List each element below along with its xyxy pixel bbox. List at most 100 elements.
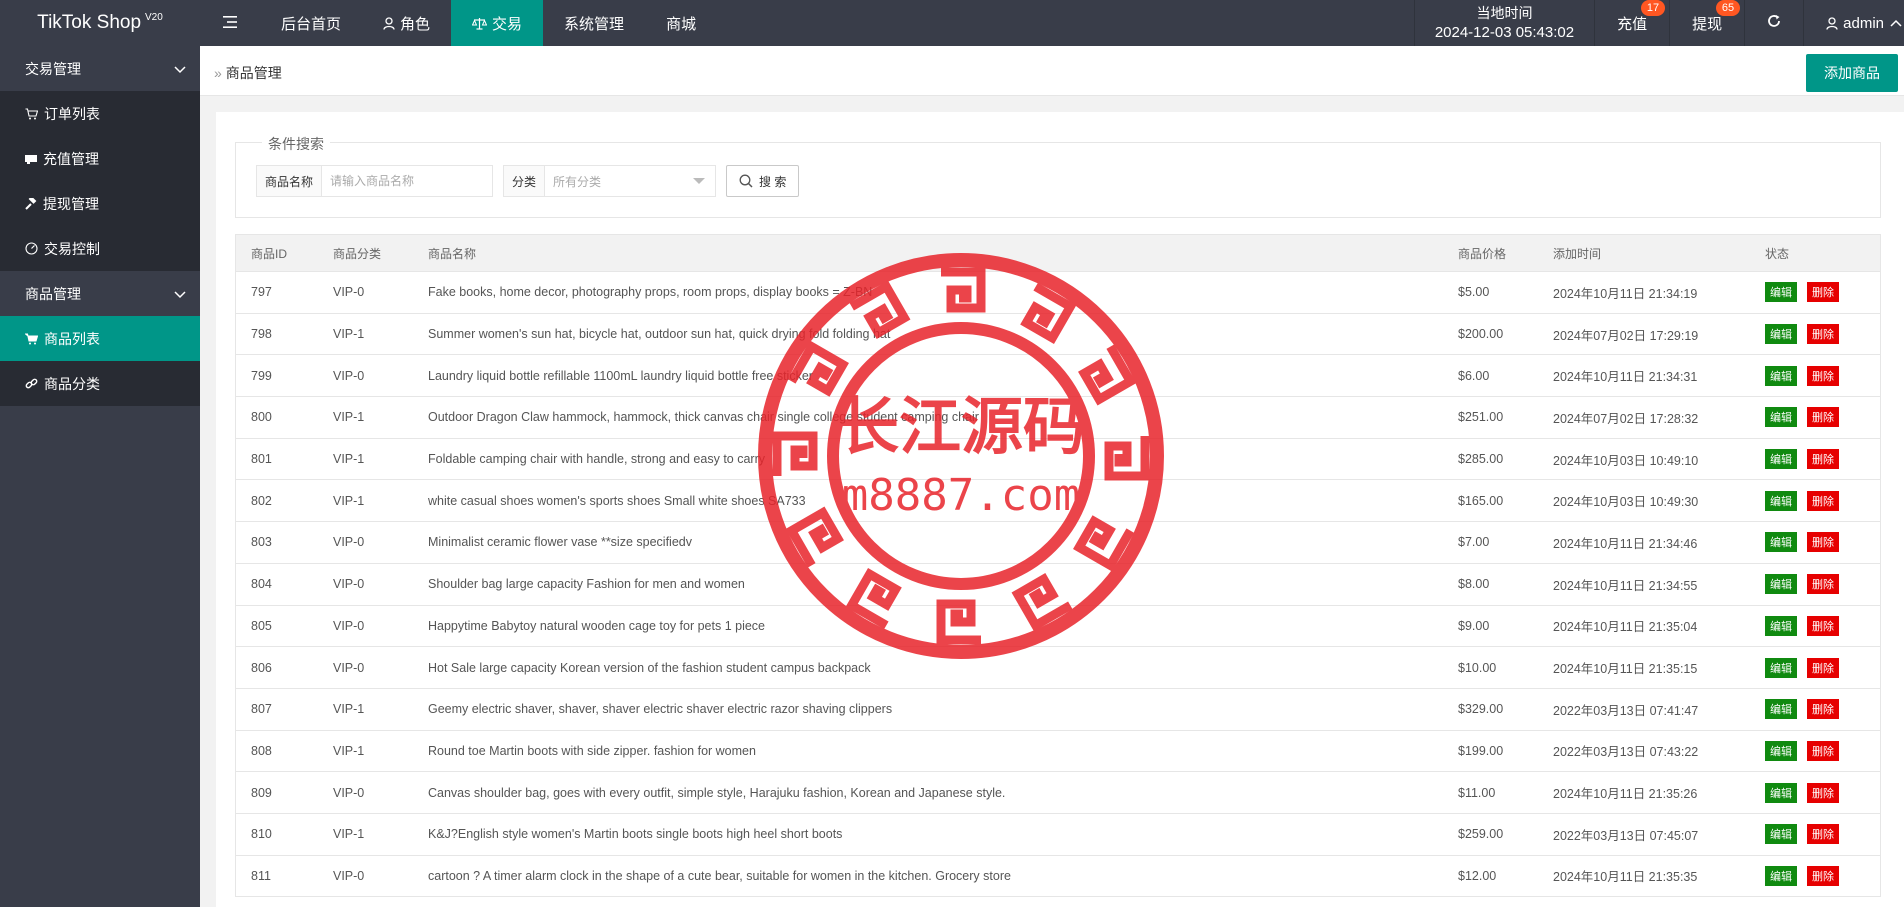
edit-button[interactable]: 编辑 (1765, 782, 1797, 803)
edit-button[interactable]: 编辑 (1765, 657, 1797, 678)
delete-button[interactable]: 删除 (1807, 615, 1839, 636)
category-select[interactable]: 所有分类 (545, 166, 715, 196)
cell-id: 800 (251, 410, 272, 425)
dashboard-icon (25, 242, 38, 255)
table-row: 800 VIP-1 Outdoor Dragon Claw hammock, ham… (236, 397, 1880, 439)
search-button[interactable]: 搜 索 (726, 165, 800, 197)
delete-button[interactable]: 删除 (1807, 282, 1839, 303)
edit-button[interactable]: 编辑 (1765, 740, 1797, 761)
sidebar-group-trade[interactable]: 交易管理 (0, 46, 200, 91)
cell-name: Round toe Martin boots with side zipper.… (428, 743, 756, 758)
delete-button[interactable]: 删除 (1807, 699, 1839, 720)
delete-button[interactable]: 删除 (1807, 740, 1839, 761)
table-row: 797 VIP-0 Fake books, home decor, photogra… (236, 272, 1880, 314)
menu-toggle-button[interactable] (200, 0, 260, 46)
cell-time: 2024年10月11日 21:35:04 (1553, 620, 1698, 635)
chevron-up-icon (1890, 19, 1902, 27)
cell-category: VIP-1 (333, 702, 365, 717)
search-fieldset: 条件搜索 商品名称 分类 所有分类 搜 索 (235, 134, 1881, 218)
delete-button[interactable]: 删除 (1807, 365, 1839, 386)
edit-button[interactable]: 编辑 (1765, 449, 1797, 470)
sidebar-group-goods[interactable]: 商品管理 (0, 271, 200, 316)
delete-button[interactable]: 删除 (1807, 324, 1839, 345)
nav-home[interactable]: 后台首页 (260, 0, 362, 46)
sidebar-item-goods-category[interactable]: 商品分类 (0, 361, 200, 406)
edit-button[interactable]: 编辑 (1765, 699, 1797, 720)
sidebar-item-label: 提现管理 (43, 195, 99, 212)
cell-actions: 编辑 删除 (1750, 657, 1880, 678)
cell-price: $10.00 (1458, 660, 1497, 675)
top-nav: 后台首页 角色 交易 系统管理 商城 (200, 0, 717, 46)
edit-button[interactable]: 编辑 (1765, 365, 1797, 386)
withdraw-link[interactable]: 提现 65 (1669, 0, 1744, 46)
col-header-category[interactable]: 商品分类 (318, 245, 413, 262)
delete-button[interactable]: 删除 (1807, 532, 1839, 553)
edit-button[interactable]: 编辑 (1765, 282, 1797, 303)
delete-button[interactable]: 删除 (1807, 865, 1839, 886)
edit-button[interactable]: 编辑 (1765, 574, 1797, 595)
nav-system[interactable]: 系统管理 (543, 0, 645, 46)
sidebar-item-goods-list[interactable]: 商品列表 (0, 316, 200, 361)
app-logo[interactable]: TikTok Shop V20 (0, 0, 200, 46)
cell-category: VIP-0 (333, 285, 365, 300)
edit-button[interactable]: 编辑 (1765, 324, 1797, 345)
col-header-id[interactable]: 商品ID (236, 245, 318, 262)
sidebar-item-label: 订单列表 (44, 105, 100, 122)
cell-price: $251.00 (1458, 410, 1504, 425)
add-goods-button[interactable]: 添加商品 (1806, 54, 1898, 92)
cell-price: $5.00 (1458, 285, 1490, 300)
cell-time: 2024年10月11日 21:35:15 (1553, 662, 1698, 677)
edit-button[interactable]: 编辑 (1765, 532, 1797, 553)
col-header-time[interactable]: 添加时间 (1538, 245, 1750, 262)
recharge-link[interactable]: 充值 17 (1594, 0, 1669, 46)
nav-trade[interactable]: 交易 (451, 0, 544, 46)
delete-button[interactable]: 删除 (1807, 574, 1839, 595)
nav-home-label: 后台首页 (281, 15, 342, 33)
cell-id: 803 (251, 535, 272, 550)
sidebar-item-recharge[interactable]: 充值管理 (0, 136, 200, 181)
delete-button[interactable]: 删除 (1807, 657, 1839, 678)
nav-mall[interactable]: 商城 (645, 0, 717, 46)
edit-button[interactable]: 编辑 (1765, 407, 1797, 428)
name-label: 商品名称 (257, 166, 323, 196)
cell-name: Canvas shoulder bag, goes with every out… (428, 785, 1006, 800)
local-time-value: 2024-12-03 05:43:02 (1434, 24, 1575, 41)
edit-button[interactable]: 编辑 (1765, 615, 1797, 636)
nav-role[interactable]: 角色 (362, 0, 451, 46)
table-body: 797 VIP-0 Fake books, home decor, photogra… (236, 272, 1880, 898)
category-label: 分类 (504, 166, 546, 196)
sidebar-item-withdraw[interactable]: 提现管理 (0, 181, 200, 226)
user-menu[interactable]: admin (1803, 0, 1904, 46)
delete-button[interactable]: 删除 (1807, 449, 1839, 470)
sidebar-item-orders[interactable]: 订单列表 (0, 91, 200, 136)
table-row: 808 VIP-1 Round toe Martin boots with side… (236, 731, 1880, 773)
refresh-button[interactable] (1744, 0, 1803, 46)
cell-price: $7.00 (1458, 535, 1490, 550)
cell-actions: 编辑 删除 (1750, 740, 1880, 761)
delete-button[interactable]: 删除 (1807, 407, 1839, 428)
double-chevron-right-icon: » (214, 65, 222, 81)
edit-button[interactable]: 编辑 (1765, 865, 1797, 886)
sidebar-item-trade-control[interactable]: 交易控制 (0, 226, 200, 271)
table-row: 798 VIP-1 Summer women's sun hat, bicycle … (236, 314, 1880, 356)
cart-icon (25, 107, 38, 120)
goods-name-input[interactable] (322, 166, 493, 196)
delete-button[interactable]: 删除 (1807, 490, 1839, 511)
col-header-name[interactable]: 商品名称 (413, 245, 1443, 262)
cell-price: $6.00 (1458, 368, 1490, 383)
delete-button[interactable]: 删除 (1807, 824, 1839, 845)
table-row: 811 VIP-0 cartoon ? A timer alarm clock in… (236, 856, 1880, 898)
cell-price: $11.00 (1458, 785, 1496, 800)
cell-name: K&J?English style women's Martin boots s… (428, 827, 843, 842)
nav-mall-label: 商城 (666, 15, 697, 33)
edit-button[interactable]: 编辑 (1765, 824, 1797, 845)
cell-price: $8.00 (1458, 577, 1490, 592)
col-header-status[interactable]: 状态 (1750, 245, 1880, 262)
delete-button[interactable]: 删除 (1807, 782, 1839, 803)
search-icon (739, 174, 753, 188)
edit-button[interactable]: 编辑 (1765, 490, 1797, 511)
cell-name: Shoulder bag large capacity Fashion for … (428, 577, 745, 592)
col-header-price[interactable]: 商品价格 (1443, 245, 1538, 262)
category-input-group: 分类 所有分类 (503, 165, 717, 197)
breadcrumb-current[interactable]: 商品管理 (226, 65, 282, 81)
